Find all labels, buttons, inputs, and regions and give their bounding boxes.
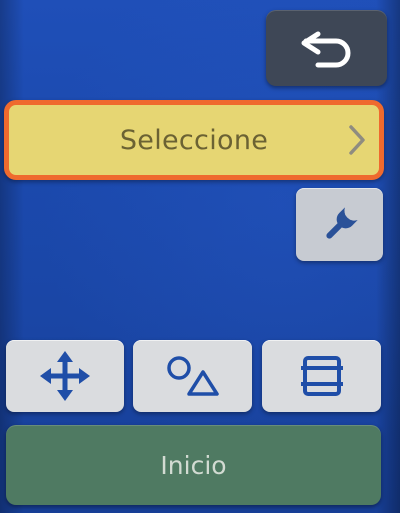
move-button[interactable] (6, 340, 124, 412)
wrench-icon (320, 205, 360, 245)
frame-layout-icon (299, 353, 345, 399)
home-button-label: Inicio (160, 450, 227, 480)
home-button[interactable]: Inicio (6, 425, 381, 505)
select-button[interactable]: Seleccione (4, 100, 384, 180)
chevron-right-icon (347, 123, 367, 157)
back-button[interactable] (266, 10, 387, 86)
shapes-button[interactable] (133, 340, 252, 412)
select-button-label: Seleccione (119, 124, 269, 156)
undo-arrow-icon (296, 28, 358, 68)
settings-button[interactable] (296, 188, 383, 261)
move-arrows-icon (38, 349, 92, 403)
frame-button[interactable] (262, 340, 381, 412)
device-screen: Seleccione Inicio (0, 0, 400, 513)
circle-triangle-icon (163, 354, 223, 398)
